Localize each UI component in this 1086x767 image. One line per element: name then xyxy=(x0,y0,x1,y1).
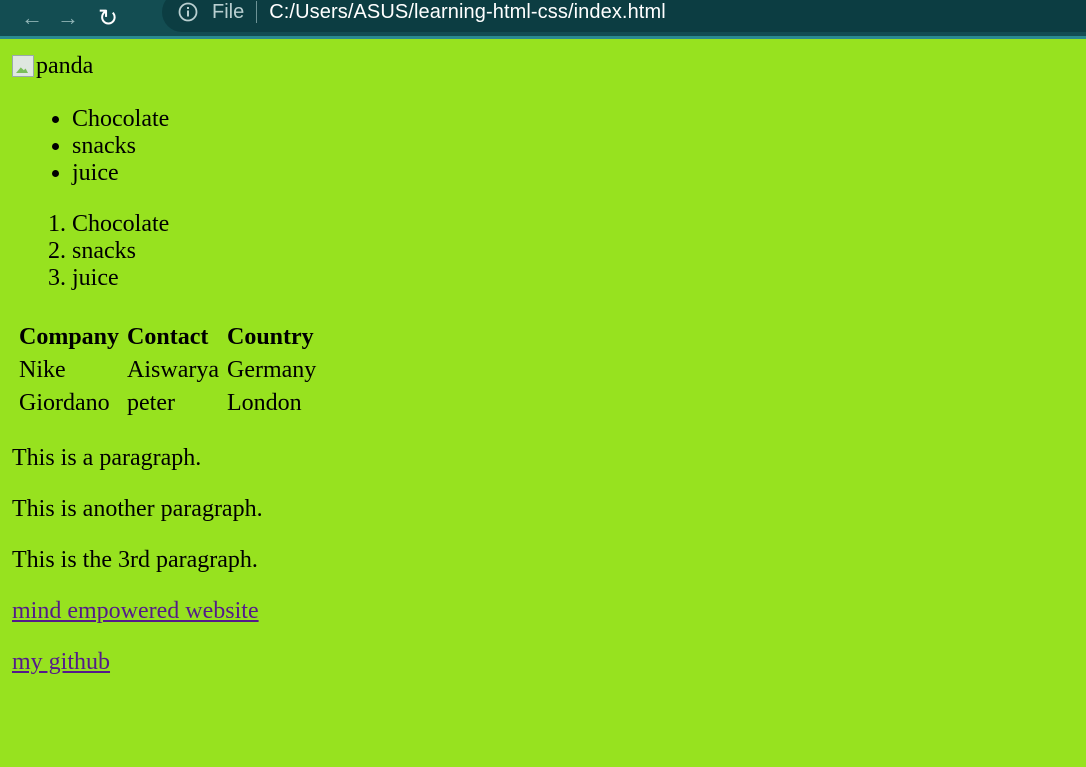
paragraph: This is the 3rd paragraph. xyxy=(12,547,258,573)
address-separator xyxy=(256,1,258,23)
github-link[interactable]: my github xyxy=(12,649,110,675)
header-contact: Contact xyxy=(127,324,209,350)
reload-icon[interactable]: ↻ xyxy=(90,0,126,36)
ordered-list: Chocolate snacks juice xyxy=(12,211,1074,292)
table-cell: Nike xyxy=(19,357,66,383)
paragraph: This is a paragraph. xyxy=(12,445,202,471)
table-cell: London xyxy=(227,390,302,416)
info-icon[interactable] xyxy=(178,2,198,22)
image-alt-text: panda xyxy=(36,52,94,79)
forward-arrow-icon[interactable]: → xyxy=(50,0,86,36)
table-cell: Germany xyxy=(227,357,317,383)
mind-empowered-link[interactable]: mind empowered website xyxy=(12,598,259,624)
list-item: juice xyxy=(72,160,1074,187)
unordered-list: Chocolate snacks juice xyxy=(12,106,1074,187)
browser-toolbar: ← → ↻ File C:/Users/ASUS/learning-html-c… xyxy=(0,0,1086,39)
link-paragraph: mind empowered website xyxy=(12,598,1074,625)
table-cell: Giordano xyxy=(19,390,110,416)
back-arrow-icon[interactable]: ← xyxy=(14,0,50,36)
list-item: snacks xyxy=(72,133,1074,160)
company-table: Company Contact Country Nike Aiswarya Ge… xyxy=(13,318,322,423)
list-item: juice xyxy=(72,265,1074,292)
table-cell: Aiswarya xyxy=(127,357,219,383)
table-header-row: Company Contact Country xyxy=(17,324,318,351)
paragraph: This is another paragraph. xyxy=(12,496,263,522)
broken-image-icon xyxy=(12,55,34,77)
link-paragraph: my github xyxy=(12,649,1074,676)
header-company: Company xyxy=(19,324,120,350)
url-text[interactable]: C:/Users/ASUS/learning-html-css/index.ht… xyxy=(269,1,666,24)
list-item: Chocolate xyxy=(72,211,1074,238)
list-item: snacks xyxy=(72,238,1074,265)
table-cell: peter xyxy=(127,390,175,416)
address-bar[interactable]: File C:/Users/ASUS/learning-html-css/ind… xyxy=(162,0,1086,32)
header-country: Country xyxy=(227,324,314,350)
page-content: panda Chocolate snacks juice Chocolate s… xyxy=(0,39,1086,688)
panda-image: panda xyxy=(12,53,93,79)
list-item: Chocolate xyxy=(72,106,1074,133)
table-row: Nike Aiswarya Germany xyxy=(17,357,318,384)
table-row: Giordano peter London xyxy=(17,390,318,417)
file-scheme-label: File xyxy=(212,0,245,23)
